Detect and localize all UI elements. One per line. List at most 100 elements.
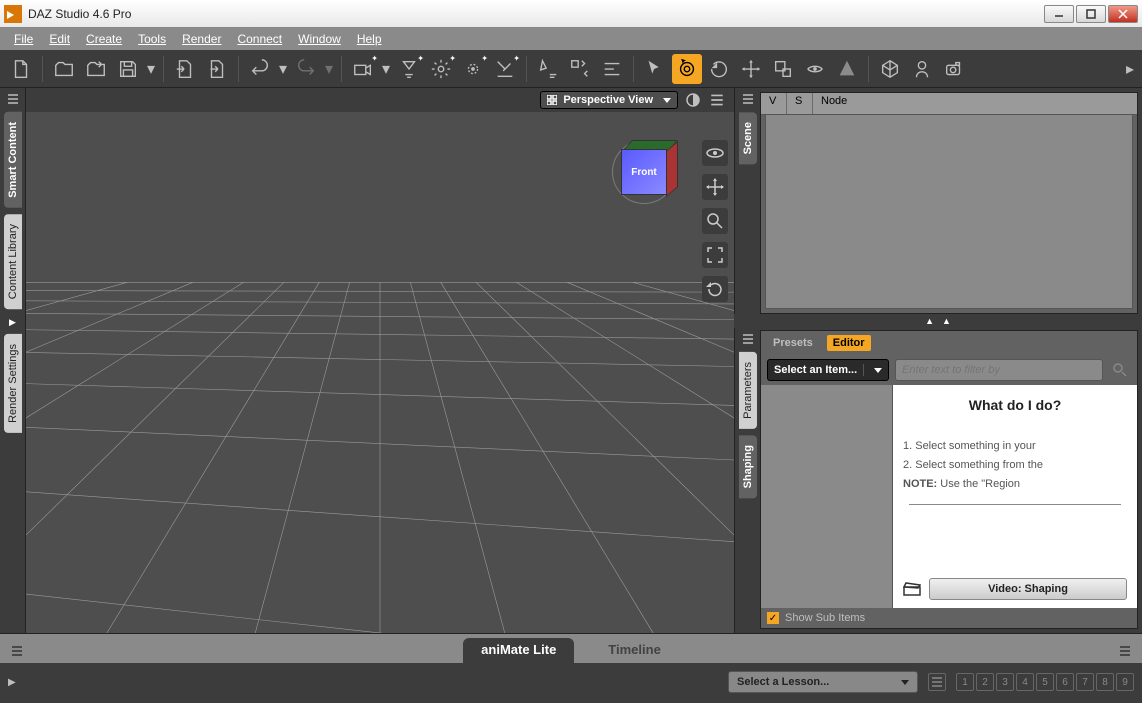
lesson-step-9[interactable]: 9 bbox=[1116, 673, 1134, 691]
search-icon[interactable] bbox=[1109, 359, 1131, 381]
save-dropdown-icon[interactable]: ▾ bbox=[145, 59, 157, 79]
undo-icon[interactable] bbox=[245, 54, 275, 84]
scene-tree[interactable] bbox=[765, 115, 1133, 309]
open-file-icon[interactable] bbox=[49, 54, 79, 84]
new-linearlight-icon[interactable]: ✦ bbox=[490, 54, 520, 84]
drawstyle-icon[interactable] bbox=[684, 91, 702, 109]
tab-animate-lite[interactable]: aniMate Lite bbox=[463, 638, 574, 663]
chevron-down-icon bbox=[874, 368, 882, 373]
zoom-tool-icon[interactable] bbox=[702, 208, 728, 234]
new-distantlight-icon[interactable]: ✦ bbox=[458, 54, 488, 84]
tab-render-settings[interactable]: Render Settings bbox=[4, 334, 22, 433]
new-pointlight-icon[interactable]: ✦ bbox=[426, 54, 456, 84]
tab-smart-content[interactable]: Smart Content bbox=[4, 112, 22, 208]
scene-col-node[interactable]: Node bbox=[813, 93, 1137, 114]
new-file-icon[interactable] bbox=[6, 54, 36, 84]
menu-tools[interactable]: Tools bbox=[130, 30, 174, 48]
view-cube[interactable]: Front bbox=[614, 142, 674, 202]
show-sub-items-checkbox[interactable]: ✓ bbox=[767, 612, 779, 624]
lesson-list-icon[interactable] bbox=[928, 673, 946, 691]
filter-input[interactable] bbox=[895, 359, 1103, 381]
close-button[interactable] bbox=[1108, 5, 1138, 23]
reset-view-icon[interactable] bbox=[702, 276, 728, 302]
orbit-tool-icon[interactable] bbox=[702, 140, 728, 166]
bottom-dock: aniMate Lite Timeline bbox=[0, 633, 1142, 663]
save-file-icon[interactable] bbox=[113, 54, 143, 84]
new-camera-icon[interactable]: ✦ bbox=[348, 54, 378, 84]
translate-tool-icon[interactable] bbox=[736, 54, 766, 84]
tab-scene[interactable]: Scene bbox=[739, 112, 757, 164]
menu-help[interactable]: Help bbox=[349, 30, 390, 48]
tab-parameters[interactable]: Parameters bbox=[739, 352, 757, 429]
scene-col-select[interactable]: S bbox=[787, 93, 813, 114]
redo-dropdown-icon[interactable]: ▾ bbox=[323, 59, 335, 79]
lesson-step-2[interactable]: 2 bbox=[976, 673, 994, 691]
merge-file-icon[interactable] bbox=[81, 54, 111, 84]
view-selector[interactable]: Perspective View bbox=[540, 91, 678, 109]
menu-connect[interactable]: Connect bbox=[229, 30, 290, 48]
universal-tool-icon[interactable] bbox=[800, 54, 830, 84]
params-dock-options-icon[interactable] bbox=[739, 332, 757, 346]
spot-render-icon[interactable] bbox=[533, 54, 563, 84]
menu-edit[interactable]: Edit bbox=[41, 30, 78, 48]
frame-tool-icon[interactable] bbox=[702, 242, 728, 268]
dock-options-icon[interactable] bbox=[4, 92, 22, 106]
lesson-step-4[interactable]: 4 bbox=[1016, 673, 1034, 691]
region-tree[interactable] bbox=[761, 385, 893, 608]
scale-tool-icon[interactable] bbox=[768, 54, 798, 84]
align-icon[interactable] bbox=[597, 54, 627, 84]
tab-shaping[interactable]: Shaping bbox=[739, 435, 757, 498]
chevron-down-icon bbox=[901, 680, 909, 685]
item-selector[interactable]: Select an Item... bbox=[767, 359, 889, 381]
rotate-tool-icon[interactable] bbox=[704, 54, 734, 84]
tab-content-library[interactable]: Content Library bbox=[4, 214, 22, 309]
lesson-step-6[interactable]: 6 bbox=[1056, 673, 1074, 691]
viewport-options-icon[interactable] bbox=[708, 91, 726, 109]
render-icon[interactable] bbox=[939, 54, 969, 84]
render-settings-icon[interactable] bbox=[565, 54, 595, 84]
new-spotlight-icon[interactable]: ✦ bbox=[394, 54, 424, 84]
pan-tool-icon[interactable] bbox=[702, 174, 728, 200]
scene-dock-options-icon[interactable] bbox=[739, 92, 757, 106]
lesson-step-7[interactable]: 7 bbox=[1076, 673, 1094, 691]
menu-window[interactable]: Window bbox=[290, 30, 349, 48]
export-icon[interactable] bbox=[202, 54, 232, 84]
maximize-button[interactable] bbox=[1076, 5, 1106, 23]
subtab-presets[interactable]: Presets bbox=[767, 335, 819, 351]
help-pane: What do I do? 1. Select something in you… bbox=[893, 385, 1137, 608]
import-icon[interactable] bbox=[170, 54, 200, 84]
dock-drag-handle[interactable]: ▶ bbox=[9, 317, 16, 328]
node-select-tool-icon[interactable] bbox=[672, 54, 702, 84]
region-tool-icon[interactable] bbox=[907, 54, 937, 84]
toolbar-overflow-icon[interactable]: ▸ bbox=[1124, 59, 1136, 79]
lesson-step-1[interactable]: 1 bbox=[956, 673, 974, 691]
scene-col-visible[interactable]: V bbox=[761, 93, 787, 114]
show-sub-items-label: Show Sub Items bbox=[785, 612, 865, 624]
lesson-selector[interactable]: Select a Lesson... bbox=[728, 671, 918, 693]
statusbar-expand-icon[interactable]: ▶ bbox=[8, 677, 16, 688]
lesson-step-3[interactable]: 3 bbox=[996, 673, 1014, 691]
redo-icon[interactable] bbox=[291, 54, 321, 84]
tab-timeline[interactable]: Timeline bbox=[590, 638, 679, 663]
app-icon bbox=[4, 5, 22, 23]
viewcube-front-face[interactable]: Front bbox=[621, 149, 667, 195]
bottom-dock-options-right-icon[interactable] bbox=[1116, 644, 1134, 658]
surface-tool-icon[interactable] bbox=[875, 54, 905, 84]
active-pose-tool-icon[interactable] bbox=[832, 54, 862, 84]
undo-dropdown-icon[interactable]: ▾ bbox=[277, 59, 289, 79]
lesson-step-5[interactable]: 5 bbox=[1036, 673, 1054, 691]
minimize-button[interactable] bbox=[1044, 5, 1074, 23]
lesson-step-8[interactable]: 8 bbox=[1096, 673, 1114, 691]
subtab-editor[interactable]: Editor bbox=[827, 335, 871, 351]
chevron-down-icon bbox=[663, 98, 671, 103]
video-shaping-button[interactable]: Video: Shaping bbox=[929, 578, 1127, 600]
select-tool-icon[interactable] bbox=[640, 54, 670, 84]
menu-file[interactable]: File bbox=[6, 30, 41, 48]
viewport-3d[interactable]: Front bbox=[26, 112, 734, 633]
help-title: What do I do? bbox=[903, 397, 1127, 413]
bottom-dock-options-left-icon[interactable] bbox=[8, 644, 26, 658]
menu-create[interactable]: Create bbox=[78, 30, 130, 48]
camera-dropdown-icon[interactable]: ▾ bbox=[380, 59, 392, 79]
menu-render[interactable]: Render bbox=[174, 30, 229, 48]
dock-splitter[interactable]: ▲▲ bbox=[734, 314, 1142, 328]
